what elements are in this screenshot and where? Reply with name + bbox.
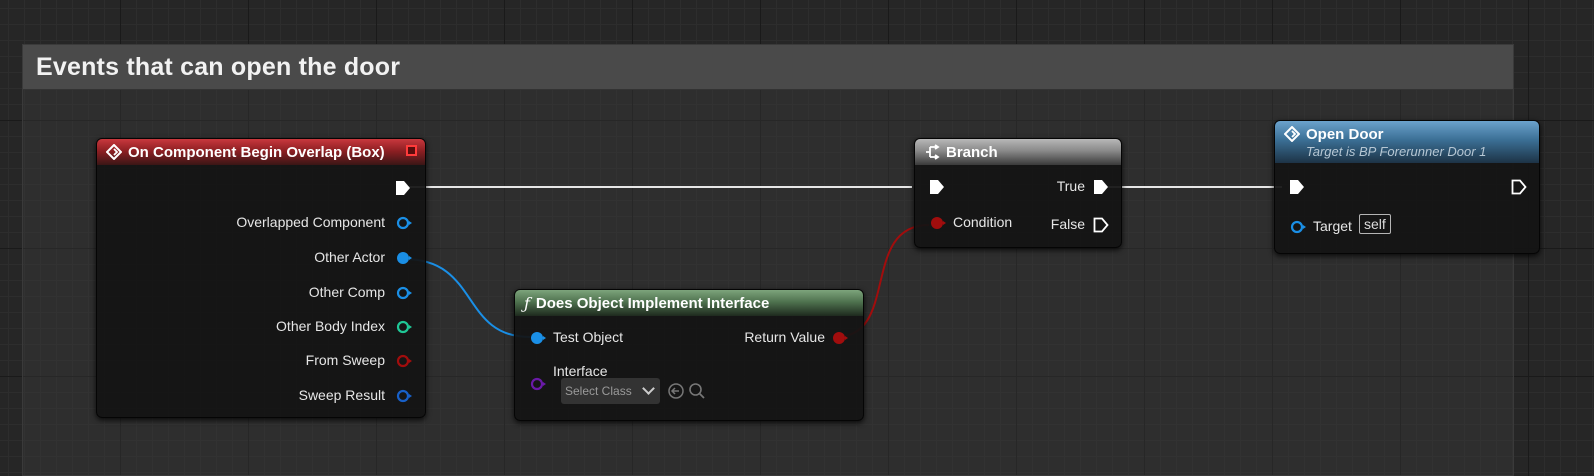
other-actor-pin-icon[interactable] <box>396 250 412 266</box>
branch-exec-in-pin-icon[interactable] <box>929 179 945 195</box>
open-door-exec-out-pin-icon[interactable] <box>1511 179 1527 195</box>
pin-label-sweep-result: Sweep Result <box>298 387 385 403</box>
open-door-exec-in-pin-icon[interactable] <box>1289 179 1305 195</box>
interface-label: Interface <box>553 363 608 379</box>
test-object-pin-icon[interactable] <box>529 330 547 346</box>
sweep-result-pin-icon[interactable] <box>396 388 412 404</box>
branch-node-header[interactable]: Branch <box>915 139 1121 165</box>
condition-pin-icon[interactable] <box>929 215 947 231</box>
interface-node-header[interactable]: ƒ Does Object Implement Interface <box>515 290 863 316</box>
branch-icon <box>926 144 940 160</box>
function-call-diamond-icon <box>1284 126 1300 142</box>
branch-node[interactable]: Branch True Condition False <box>914 138 1122 248</box>
select-class-text: Select Class <box>565 384 632 398</box>
open-door-node-header[interactable]: Open Door Target is BP Forerunner Door 1 <box>1275 121 1539 163</box>
interface-node-title: Does Object Implement Interface <box>535 294 770 312</box>
interface-pin-icon[interactable] <box>529 376 547 392</box>
pin-label-other-body-index: Other Body Index <box>276 318 385 334</box>
pin-label-from-sweep: From Sweep <box>305 352 385 368</box>
true-label: True <box>1056 178 1085 194</box>
open-door-node-subtitle: Target is BP Forerunner Door 1 <box>1306 143 1487 159</box>
other-body-index-pin-icon[interactable] <box>396 319 412 335</box>
condition-label: Condition <box>953 214 1013 230</box>
target-pin-icon[interactable] <box>1289 219 1307 235</box>
event-node-title: On Component Begin Overlap (Box) <box>128 143 385 161</box>
open-door-node-title: Open Door <box>1306 125 1384 143</box>
pin-label-other-actor: Other Actor <box>314 249 385 265</box>
event-diamond-icon <box>106 144 122 160</box>
return-value-pin-icon[interactable] <box>831 330 849 346</box>
select-class-dropdown[interactable]: Select Class <box>561 378 660 404</box>
pin-label-overlapped-component: Overlapped Component <box>236 214 385 230</box>
interface-node[interactable]: ƒ Does Object Implement Interface Test O… <box>514 289 864 421</box>
event-node-begin-overlap[interactable]: On Component Begin Overlap (Box) Overlap… <box>96 138 426 418</box>
exec-out-pin-icon[interactable] <box>395 180 411 196</box>
branch-node-title: Branch <box>946 143 998 161</box>
target-label: Target <box>1313 218 1352 234</box>
open-door-node[interactable]: Open Door Target is BP Forerunner Door 1… <box>1274 120 1540 254</box>
function-icon: ƒ <box>524 293 530 313</box>
other-comp-pin-icon[interactable] <box>396 285 412 301</box>
browse-search-icon[interactable] <box>688 382 706 400</box>
false-exec-pin-icon[interactable] <box>1093 217 1109 233</box>
use-selected-asset-icon[interactable] <box>667 382 685 400</box>
false-label: False <box>1050 216 1085 232</box>
true-exec-pin-icon[interactable] <box>1093 179 1109 195</box>
delegate-pin-icon[interactable] <box>406 145 417 156</box>
target-self-value[interactable]: self <box>1359 214 1391 234</box>
event-node-header[interactable]: On Component Begin Overlap (Box) <box>97 139 425 165</box>
from-sweep-pin-icon[interactable] <box>396 353 412 369</box>
return-value-label: Return Value <box>744 329 825 345</box>
overlapped-component-pin-icon[interactable] <box>396 215 412 231</box>
chevron-down-icon <box>642 382 655 395</box>
pin-label-other-comp: Other Comp <box>308 284 385 300</box>
test-object-label: Test Object <box>553 329 624 345</box>
